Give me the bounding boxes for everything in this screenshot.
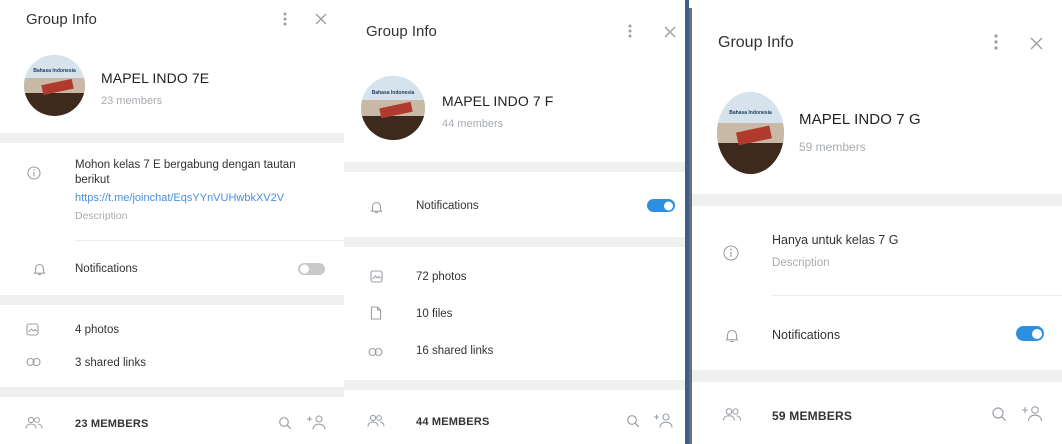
members-icon (366, 412, 386, 430)
description-text: Hanya untuk kelas 7 G (772, 233, 899, 247)
description-label: Description (75, 210, 128, 222)
notifications-toggle[interactable] (1016, 326, 1044, 341)
panel-title: Group Info (26, 11, 97, 28)
group-info-panel-7g: Group Info Bahasa Indonesia MAPEL INDO 7… (689, 8, 1062, 444)
link-icon (24, 354, 42, 370)
search-icon[interactable] (625, 413, 641, 429)
bell-icon (724, 326, 740, 344)
avatar-label: Bahasa Indonesia (33, 68, 76, 75)
more-vertical-icon[interactable] (989, 32, 1003, 52)
description-text: Mohon kelas 7 E bergabung dengan tautan … (75, 159, 296, 186)
members-icon (24, 414, 44, 432)
members-count: 44 members (442, 118, 504, 130)
section-separator (344, 237, 689, 247)
media-shared-links[interactable]: 16 shared links (416, 345, 493, 357)
group-info-panel-7f: Group Info Bahasa Indonesia MAPEL INDO 7… (344, 0, 689, 444)
description-label: Description (772, 257, 830, 269)
media-photos[interactable]: 4 photos (75, 324, 119, 336)
search-icon[interactable] (990, 405, 1008, 423)
avatar-label: Bahasa Indonesia (729, 110, 772, 117)
group-avatar[interactable]: Bahasa Indonesia (717, 92, 784, 174)
section-separator (0, 387, 344, 397)
section-separator (0, 133, 344, 143)
section-separator (344, 380, 689, 390)
close-icon[interactable] (313, 11, 329, 27)
members-count: 59 members (799, 140, 866, 154)
group-name: MAPEL INDO 7 F (442, 93, 554, 109)
notifications-label: Notifications (75, 263, 138, 275)
section-separator (344, 162, 689, 172)
info-icon (26, 165, 42, 181)
members-header: 59 MEMBERS (772, 409, 853, 423)
photo-icon (24, 321, 40, 337)
invite-link[interactable]: https://t.me/joinchat/EqsYYnVUHwbkXV2V (75, 192, 284, 204)
divider (772, 295, 1062, 296)
media-shared-links[interactable]: 3 shared links (75, 357, 146, 369)
avatar-label: Bahasa Indonesia (371, 90, 415, 97)
close-icon[interactable] (1027, 34, 1045, 52)
add-member-icon[interactable] (1020, 402, 1044, 424)
group-info-panel-7e: Group Info Bahasa Indonesia MAPEL INDO 7… (0, 0, 344, 444)
search-icon[interactable] (277, 415, 293, 431)
group-avatar[interactable]: Bahasa Indonesia (361, 76, 425, 140)
close-icon[interactable] (662, 24, 678, 40)
more-vertical-icon[interactable] (623, 22, 637, 40)
add-member-icon[interactable] (652, 410, 674, 430)
media-files[interactable]: 10 files (416, 308, 452, 320)
divider (75, 240, 344, 241)
info-icon (722, 244, 740, 262)
panel-title: Group Info (366, 23, 437, 40)
notifications-label: Notifications (772, 328, 841, 342)
section-separator (692, 370, 1062, 382)
link-icon (366, 345, 384, 359)
group-name: MAPEL INDO 7E (101, 70, 210, 86)
more-vertical-icon[interactable] (278, 10, 292, 28)
add-member-icon[interactable] (305, 412, 327, 432)
members-header: 23 MEMBERS (75, 418, 149, 430)
notifications-toggle[interactable] (647, 199, 675, 212)
notifications-label: Notifications (416, 200, 479, 212)
bell-icon (31, 261, 47, 277)
members-count: 23 members (101, 95, 163, 107)
section-separator (0, 295, 344, 305)
media-photos[interactable]: 72 photos (416, 271, 467, 283)
group-name: MAPEL INDO 7 G (799, 111, 921, 128)
section-separator (692, 194, 1062, 206)
members-header: 44 MEMBERS (416, 416, 490, 428)
photo-icon (368, 268, 384, 284)
bell-icon (368, 198, 384, 216)
members-icon (721, 405, 743, 423)
panel-title: Group Info (718, 34, 794, 51)
group-avatar[interactable]: Bahasa Indonesia (24, 55, 85, 116)
notifications-toggle[interactable] (298, 263, 325, 275)
file-icon (368, 305, 384, 321)
